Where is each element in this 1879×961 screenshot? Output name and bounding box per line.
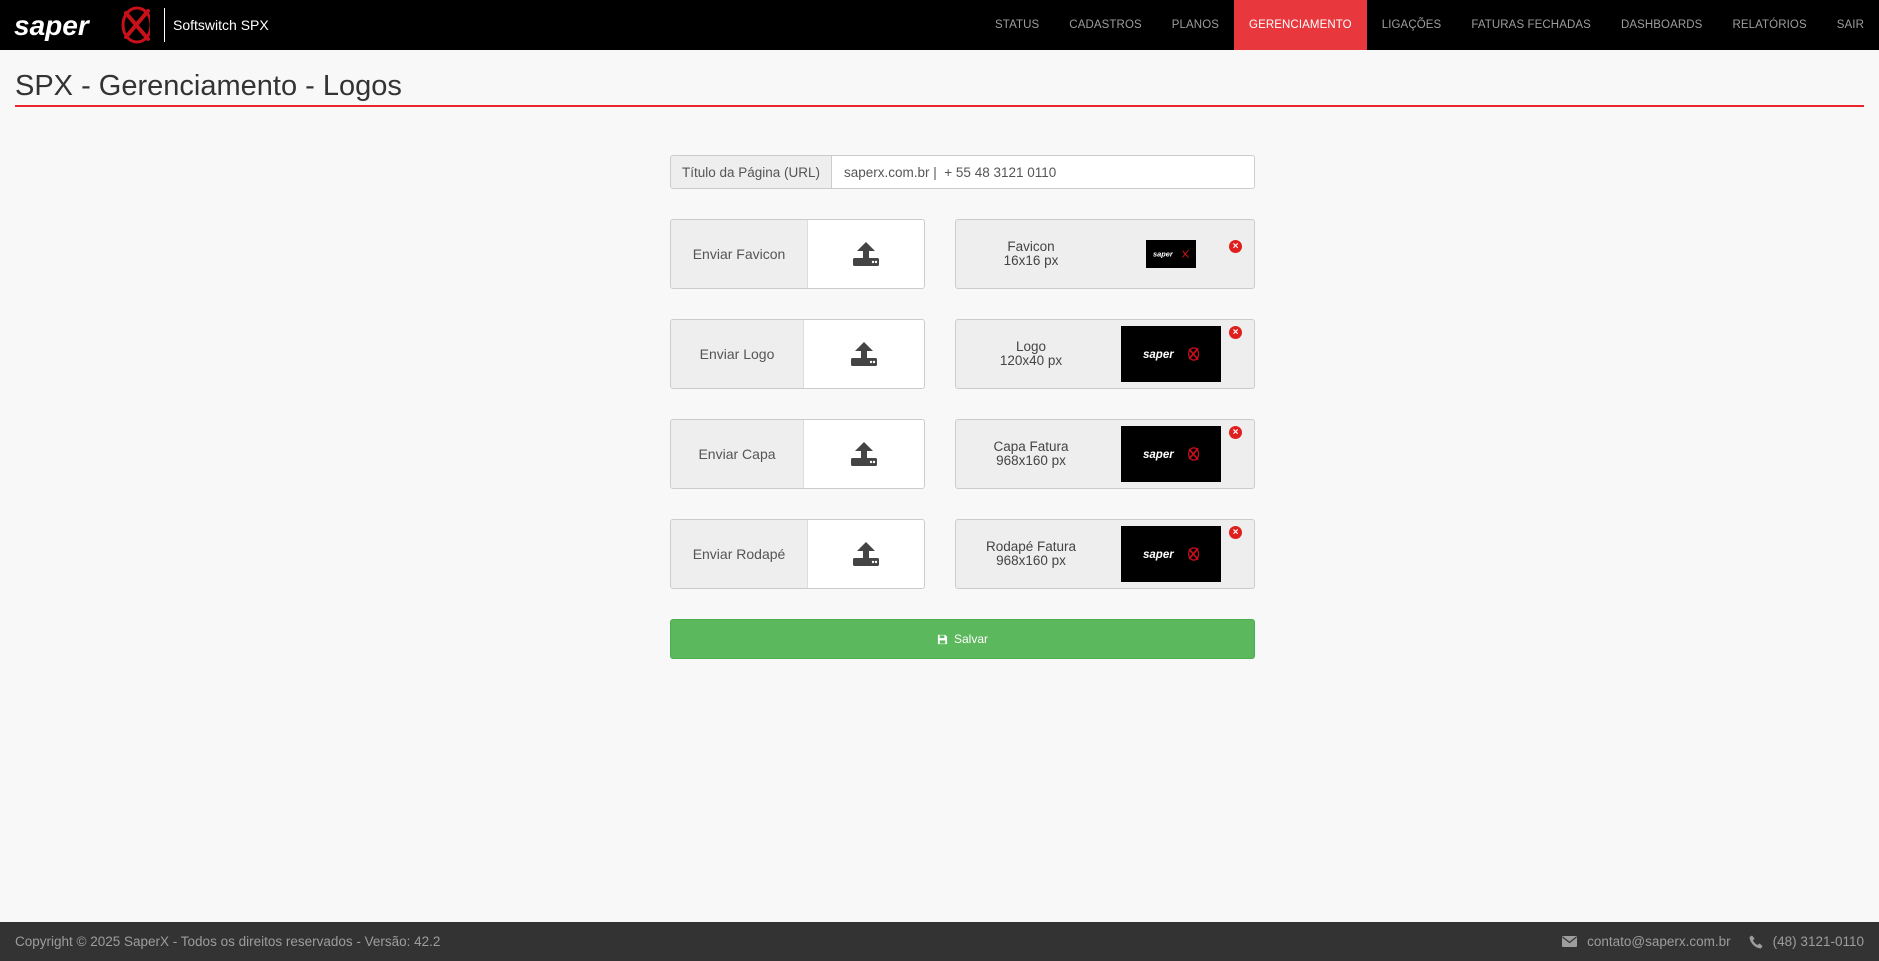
- page-title: SPX - Gerenciamento - Logos: [15, 68, 1864, 107]
- upload-icon: [851, 342, 877, 366]
- preview-capa-size: 968x160 px: [996, 453, 1066, 468]
- phone-icon: [1749, 935, 1763, 948]
- preview-capa: Capa Fatura 968x160 px saper ×: [955, 419, 1255, 489]
- save-button[interactable]: Salvar: [670, 619, 1255, 659]
- preview-favicon-name: Favicon: [1007, 239, 1055, 254]
- preview-logo-name: Logo: [1015, 339, 1047, 354]
- nav-sair[interactable]: SAIR: [1822, 0, 1879, 50]
- nav-faturas-fechadas[interactable]: FATURAS FECHADAS: [1456, 0, 1606, 50]
- url-title-input[interactable]: [832, 156, 1254, 188]
- upload-icon: [853, 542, 879, 566]
- upload-logo: Enviar Logo: [670, 319, 925, 389]
- top-navbar: saper Softswitch SPX STATUS CADASTROS PL…: [0, 0, 1879, 50]
- upload-capa-label: Enviar Capa: [671, 420, 804, 488]
- svg-text:saper: saper: [1143, 349, 1174, 361]
- upload-rodape: Enviar Rodapé: [670, 519, 925, 589]
- preview-capa-label: Capa Fatura 968x160 px: [956, 420, 1106, 488]
- preview-rodape: Rodapé Fatura 968x160 px saper ×: [955, 519, 1255, 589]
- svg-text:saper: saper: [1153, 250, 1174, 259]
- svg-text:saper: saper: [14, 10, 91, 41]
- saperx-logo[interactable]: saper: [14, 5, 150, 45]
- remove-favicon-icon[interactable]: ×: [1229, 240, 1242, 253]
- remove-rodape-icon[interactable]: ×: [1229, 526, 1242, 539]
- capa-image: saper: [1121, 426, 1221, 482]
- logo-image: saper: [1121, 326, 1221, 382]
- upload-icon: [853, 242, 879, 266]
- svg-text:saper: saper: [1143, 549, 1174, 561]
- upload-capa-button[interactable]: [804, 420, 924, 488]
- brand-divider: [164, 8, 165, 42]
- app-name: Softswitch SPX: [173, 17, 269, 33]
- rodape-image: saper: [1121, 526, 1221, 582]
- nav-relatorios[interactable]: RELATÓRIOS: [1717, 0, 1821, 50]
- footer-email-text: contato@saperx.com.br: [1587, 934, 1731, 949]
- upload-capa: Enviar Capa: [670, 419, 925, 489]
- main-nav: STATUS CADASTROS PLANOS GERENCIAMENTO LI…: [980, 0, 1879, 50]
- footer-email[interactable]: contato@saperx.com.br: [1562, 934, 1731, 949]
- url-title-group: Título da Página (URL): [670, 155, 1255, 189]
- footer-phone-text: (48) 3121-0110: [1772, 934, 1864, 949]
- footer-copyright: Copyright © 2025 SaperX - Todos os direi…: [15, 934, 441, 949]
- preview-logo: Logo 120x40 px saper ×: [955, 319, 1255, 389]
- preview-favicon: Favicon 16x16 px saper ×: [955, 219, 1255, 289]
- nav-dashboards[interactable]: DASHBOARDS: [1606, 0, 1718, 50]
- remove-capa-icon[interactable]: ×: [1229, 426, 1242, 439]
- svg-text:saper: saper: [1143, 449, 1174, 461]
- preview-favicon-label: Favicon 16x16 px: [956, 220, 1106, 288]
- url-title-label: Título da Página (URL): [671, 156, 832, 188]
- preview-logo-size: 120x40 px: [999, 353, 1063, 368]
- footer-contacts: contato@saperx.com.br (48) 3121-0110: [1562, 934, 1864, 949]
- upload-rodape-button[interactable]: [808, 520, 924, 588]
- brand[interactable]: saper Softswitch SPX: [0, 0, 269, 50]
- footer: Copyright © 2025 SaperX - Todos os direi…: [0, 922, 1879, 961]
- upload-favicon-button[interactable]: [808, 220, 924, 288]
- preview-rodape-label: Rodapé Fatura 968x160 px: [956, 520, 1106, 588]
- envelope-icon: [1562, 936, 1578, 947]
- nav-status[interactable]: STATUS: [980, 0, 1054, 50]
- footer-phone[interactable]: (48) 3121-0110: [1749, 934, 1864, 949]
- preview-rodape-size: 968x160 px: [996, 553, 1066, 568]
- upload-favicon-label: Enviar Favicon: [671, 220, 808, 288]
- nav-gerenciamento[interactable]: GERENCIAMENTO: [1234, 0, 1367, 50]
- floppy-disk-icon: [937, 634, 948, 644]
- save-button-label: Salvar: [953, 632, 988, 646]
- nav-ligacoes[interactable]: LIGAÇÕES: [1367, 0, 1457, 50]
- preview-favicon-size: 16x16 px: [1003, 253, 1059, 268]
- favicon-image: saper: [1146, 240, 1196, 268]
- upload-logo-button[interactable]: [804, 320, 924, 388]
- preview-logo-label: Logo 120x40 px: [956, 320, 1106, 388]
- upload-icon: [851, 442, 877, 466]
- remove-logo-icon[interactable]: ×: [1229, 326, 1242, 339]
- upload-logo-label: Enviar Logo: [671, 320, 804, 388]
- preview-rodape-name: Rodapé Fatura: [985, 539, 1077, 554]
- nav-cadastros[interactable]: CADASTROS: [1054, 0, 1156, 50]
- upload-favicon: Enviar Favicon: [670, 219, 925, 289]
- preview-capa-name: Capa Fatura: [993, 439, 1069, 454]
- nav-planos[interactable]: PLANOS: [1157, 0, 1234, 50]
- upload-rodape-label: Enviar Rodapé: [671, 520, 808, 588]
